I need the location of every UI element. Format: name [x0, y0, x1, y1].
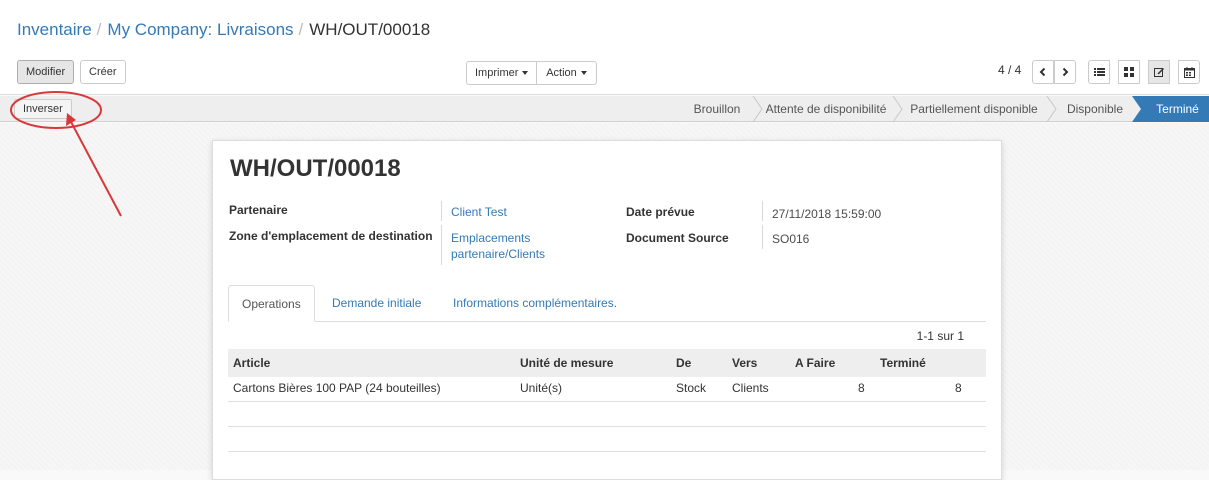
stage-disponible[interactable]: Disponible [1054, 96, 1136, 122]
record-title: WH/OUT/00018 [230, 155, 401, 182]
table-row-empty [228, 402, 986, 427]
caret-down-icon [580, 71, 587, 76]
list-icon [1093, 68, 1105, 76]
stage-attente[interactable]: Attente de disponibilité [757, 96, 895, 122]
column-header[interactable]: A Faire [795, 356, 835, 370]
cell-to: Clients [732, 381, 769, 395]
action-label: Action [546, 67, 577, 79]
table-pager[interactable]: 1-1 sur 1 [917, 329, 964, 343]
column-header[interactable]: Article [233, 356, 270, 370]
column-header[interactable]: Terminé [880, 356, 926, 370]
caret-down-icon [522, 71, 529, 76]
tab-informations[interactable]: Informations complémentaires. [453, 285, 617, 322]
print-dropdown-button[interactable]: Imprimer [466, 61, 537, 85]
breadcrumb-separator: / [96, 20, 102, 39]
chevron-left-icon [1039, 67, 1046, 77]
cell-uom: Unité(s) [520, 381, 563, 395]
partner-label: Partenaire [229, 203, 288, 217]
table-header: Article Unité de mesure De Vers A Faire … [228, 349, 986, 377]
field-divider [441, 201, 442, 221]
create-button[interactable]: Créer [80, 60, 126, 84]
date-label: Date prévue [626, 205, 695, 219]
table-row[interactable]: Cartons Bières 100 PAP (24 bouteilles) U… [228, 377, 986, 402]
pager-next-button[interactable] [1054, 60, 1076, 84]
action-dropdown-button[interactable]: Action [536, 61, 597, 85]
field-divider [441, 225, 442, 265]
breadcrumb-inventaire[interactable]: Inventaire [17, 20, 92, 39]
breadcrumb-livraisons[interactable]: My Company: Livraisons [107, 20, 293, 39]
table-row-empty [228, 427, 986, 452]
field-divider [762, 201, 763, 221]
cell-done: 8 [955, 381, 962, 395]
pager-value[interactable]: 4 / 4 [998, 63, 1021, 77]
form-view-button[interactable] [1148, 60, 1170, 84]
destination-value-line2: partenaire/Clients [451, 247, 546, 261]
pager-previous-button[interactable] [1032, 60, 1054, 84]
cell-article: Cartons Bières 100 PAP (24 bouteilles) [233, 381, 441, 395]
calendar-icon [1183, 66, 1195, 78]
source-label: Document Source [626, 231, 729, 245]
tab-demande-initiale[interactable]: Demande initiale [332, 285, 421, 322]
form-icon [1153, 67, 1164, 77]
control-panel: Inventaire / My Company: Livraisons / WH/OUT… [0, 0, 1209, 95]
partner-value[interactable]: Client Test [451, 205, 507, 219]
cell-todo: 8 [858, 381, 865, 395]
tab-operations[interactable]: Operations [228, 285, 315, 322]
destination-value[interactable]: Emplacements partenaire/Clients [451, 230, 545, 262]
destination-value-line1: Emplacements [451, 231, 531, 245]
chevron-right-icon [1062, 67, 1069, 77]
column-header[interactable]: De [676, 356, 691, 370]
notebook-tabs: Operations Demande initiale Informations… [228, 285, 986, 322]
stage-partiellement[interactable]: Partiellement disponible [898, 96, 1050, 122]
date-value: 27/11/2018 15:59:00 [772, 207, 882, 221]
breadcrumb-current: WH/OUT/00018 [309, 20, 431, 39]
stage-brouillon[interactable]: Brouillon [678, 96, 756, 122]
destination-label: Zone d'emplacement de destination [229, 229, 433, 243]
kanban-icon [1124, 67, 1134, 77]
edit-button[interactable]: Modifier [17, 60, 75, 84]
list-view-button[interactable] [1088, 60, 1110, 84]
source-value: SO016 [772, 232, 810, 246]
kanban-view-button[interactable] [1118, 60, 1140, 84]
breadcrumb: Inventaire / My Company: Livraisons / WH/OUT… [17, 20, 430, 40]
calendar-view-button[interactable] [1178, 60, 1200, 84]
column-header[interactable]: Unité de mesure [520, 356, 613, 370]
form-sheet: WH/OUT/00018 Partenaire Client Test Zone… [212, 140, 1002, 480]
column-header[interactable]: Vers [732, 356, 757, 370]
print-label: Imprimer [475, 67, 519, 79]
statusbar: Inverser Brouillon Attente de disponibil… [0, 96, 1209, 122]
breadcrumb-separator: / [298, 20, 304, 39]
field-divider [762, 225, 763, 249]
stage-termine: Terminé [1156, 102, 1199, 116]
cell-from: Stock [676, 381, 707, 395]
